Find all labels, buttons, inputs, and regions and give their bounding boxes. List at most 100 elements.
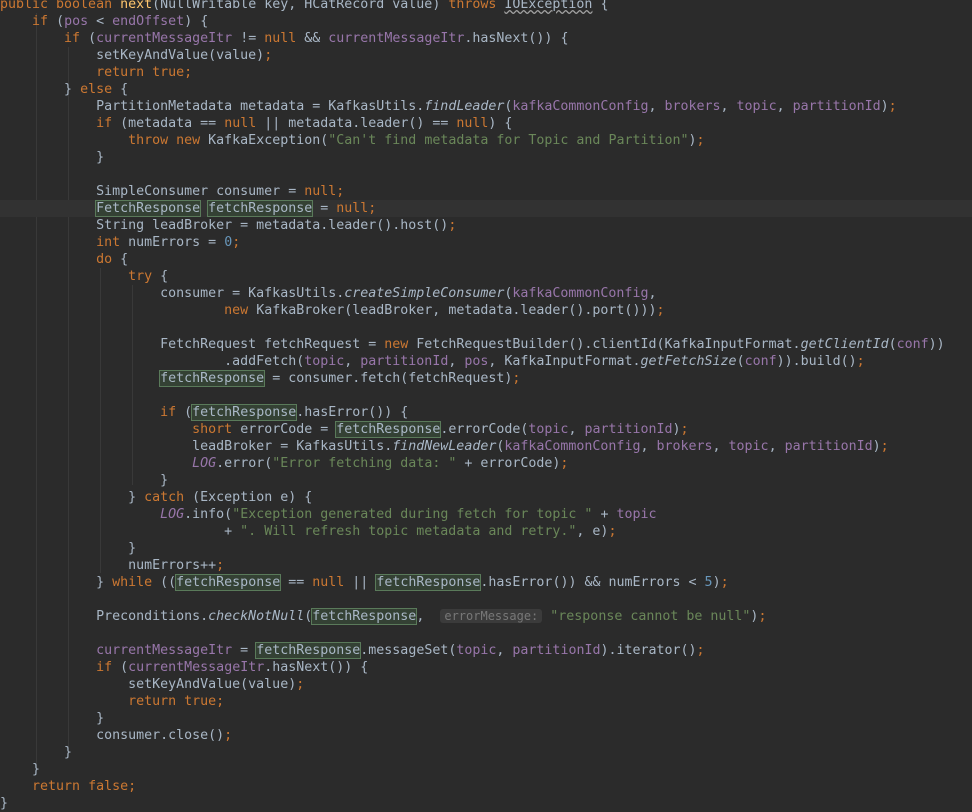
code-line[interactable] (0, 625, 972, 642)
code-line[interactable]: if (metadata == null || metadata.leader(… (0, 115, 972, 132)
code-line[interactable]: } (0, 149, 972, 166)
code-token: ; (656, 303, 665, 318)
code-token: = consumer.fetch(fetchRequest) (264, 371, 513, 386)
code-line[interactable] (0, 319, 972, 336)
code-token: , (720, 99, 737, 114)
code-line[interactable]: currentMessageItr = fetchResponse.messag… (0, 642, 972, 659)
code-line[interactable]: if (fetchResponse.hasError()) { (0, 404, 972, 421)
code-token: fetchResponse (255, 642, 362, 659)
code-line[interactable]: do { (0, 251, 972, 268)
code-token: brokers (664, 99, 721, 114)
code-line[interactable]: numErrors++; (0, 557, 972, 574)
code-line[interactable] (0, 166, 972, 183)
code-line[interactable]: return true; (0, 64, 972, 81)
code-line[interactable]: consumer.close(); (0, 727, 972, 744)
code-line[interactable]: LOG.error("Error fetching data: " + erro… (0, 455, 972, 472)
code-token: { (120, 252, 129, 267)
code-line[interactable]: if (currentMessageItr.hasNext()) { (0, 659, 972, 676)
code-line[interactable]: } (0, 761, 972, 778)
code-line[interactable]: SimpleConsumer consumer = null; (0, 183, 972, 200)
code-line[interactable] (0, 387, 972, 404)
code-line[interactable]: throw new KafkaException("Can't find met… (0, 132, 972, 149)
code-line[interactable]: public boolean next(NullWritable key, HC… (0, 0, 972, 13)
code-token: createSimpleConsumer (344, 286, 505, 301)
code-token: topic (528, 422, 569, 437)
code-line[interactable]: } (0, 472, 972, 489)
code-token: , KafkaInputFormat. (488, 354, 641, 369)
code-token: .hasError()) { (296, 405, 409, 420)
code-line[interactable]: int numErrors = 0; (0, 234, 972, 251)
code-token: fetchResponse (207, 200, 314, 217)
code-token: findNewLeader (392, 439, 497, 454)
code-line[interactable]: try { (0, 268, 972, 285)
code-token: brokers (656, 439, 713, 454)
code-token: fetchResponse (191, 404, 298, 421)
code-line[interactable] (0, 591, 972, 608)
code-line[interactable]: new KafkaBroker(leadBroker, metadata.lea… (0, 302, 972, 319)
code-line[interactable]: if (currentMessageItr != null && current… (0, 30, 972, 47)
code-token: .hasNext()) { (464, 31, 569, 46)
code-line[interactable]: return true; (0, 693, 972, 710)
code-token: ; (232, 235, 241, 250)
code-line[interactable]: return false; (0, 778, 972, 795)
code-line[interactable]: } while ((fetchResponse == null || fetch… (0, 574, 972, 591)
code-line[interactable]: } else { (0, 81, 972, 98)
code-line[interactable]: setKeyAndValue(value); (0, 47, 972, 64)
code-line[interactable]: FetchResponse fetchResponse = null; (0, 200, 972, 217)
code-token: "Error fetching data: " (272, 456, 457, 471)
code-token: LOG (160, 507, 185, 522)
code-token: + (0, 524, 241, 539)
code-line[interactable]: consumer = KafkasUtils.createSimpleConsu… (0, 285, 972, 302)
code-token: throw new (128, 133, 209, 148)
code-token: .error( (216, 456, 273, 471)
code-line[interactable]: } (0, 744, 972, 761)
code-line[interactable]: leadBroker = KafkasUtils.findNewLeader(k… (0, 438, 972, 455)
code-line[interactable]: short errorCode = fetchResponse.errorCod… (0, 421, 972, 438)
code-line[interactable]: String leadBroker = metadata.leader().ho… (0, 217, 972, 234)
code-token: (metadata == (120, 116, 225, 131)
code-token: "Exception generated during fetch for to… (232, 507, 593, 522)
code-token: } (0, 796, 9, 811)
code-line[interactable]: } (0, 795, 972, 812)
code-token: IOException (504, 0, 593, 12)
code-line[interactable]: PartitionMetadata metadata = KafkasUtils… (0, 98, 972, 115)
code-line[interactable]: } (0, 710, 972, 727)
code-token: { (120, 82, 129, 97)
code-token: ( (120, 660, 129, 675)
code-token: ; (758, 609, 767, 624)
code-token: currentMessageItr (96, 31, 233, 46)
code-token: partitionId (792, 99, 881, 114)
code-token: ( (56, 14, 65, 29)
code-token: } (0, 745, 73, 760)
code-line[interactable]: LOG.info("Exception generated during fet… (0, 506, 972, 523)
code-line[interactable]: + ". Will refresh topic metadata and ret… (0, 523, 972, 540)
code-token: } (0, 541, 137, 556)
code-line[interactable]: if (pos < endOffset) { (0, 13, 972, 30)
code-token: int (96, 235, 129, 250)
code-token: + (592, 507, 617, 522)
code-line[interactable]: } (0, 540, 972, 557)
code-line[interactable]: FetchRequest fetchRequest = new FetchReq… (0, 336, 972, 353)
code-line[interactable]: fetchResponse = consumer.fetch(fetchRequ… (0, 370, 972, 387)
code-token: null (312, 575, 345, 590)
code-token: ". Will refresh topic metadata and retry… (240, 524, 577, 539)
code-editor[interactable]: public boolean next(NullWritable key, HC… (0, 0, 972, 811)
code-line[interactable]: Preconditions.checkNotNull(fetchResponse… (0, 608, 972, 625)
code-token: findLeader (424, 99, 505, 114)
code-token: partitionId (584, 422, 673, 437)
code-line[interactable]: } catch (Exception e) { (0, 489, 972, 506)
code-line[interactable]: .addFetch(topic, partitionId, pos, Kafka… (0, 353, 972, 370)
code-token: checkNotNull (208, 609, 305, 624)
code-token: ) (712, 575, 721, 590)
code-token: KafkaException( (208, 133, 329, 148)
code-token: null; (336, 201, 377, 216)
code-token: currentMessageItr (96, 643, 233, 658)
code-token: String leadBroker = metadata.leader().ho… (0, 218, 449, 233)
code-line[interactable]: setKeyAndValue(value); (0, 676, 972, 693)
